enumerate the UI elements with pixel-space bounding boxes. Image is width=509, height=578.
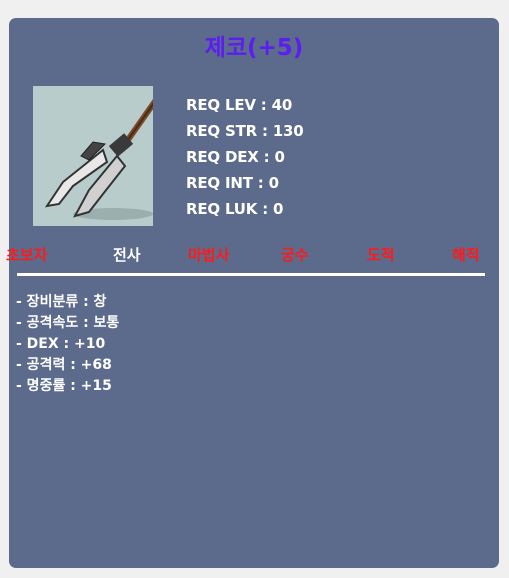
job-thief: 도적 [367,246,395,264]
stats-list: - 장비분류 : 창 - 공격속도 : 보통 - DEX : +10 - 공격력… [16,292,119,397]
job-bowman: 궁수 [281,246,309,264]
req-dex: REQ DEX : 0 [186,148,285,166]
job-beginner: 초보자 [6,246,48,264]
req-str: REQ STR : 130 [186,122,304,140]
stat-accuracy: - 명중률 : +15 [16,378,112,394]
req-level: REQ LEV : 40 [186,96,293,114]
halberd-spear-icon [44,98,153,220]
stat-attack-speed: - 공격속도 : 보통 [16,315,120,331]
job-pirate: 해적 [452,246,480,264]
job-classes: 초보자 전사 마법사 궁수 도적 해적 [6,244,499,266]
job-magician: 마법사 [188,246,230,264]
req-int: REQ INT : 0 [186,174,279,192]
stat-dex: - DEX : +10 [16,336,106,352]
requirements-list: REQ LEV : 40 REQ STR : 130 REQ DEX : 0 R… [186,92,304,222]
item-tooltip: 제코(+5) REQ LEV : 40 REQ STR : 130 REQ DE… [6,18,499,568]
item-icon-box [33,86,153,226]
item-name: 제코(+5) [204,35,304,61]
stat-attack: - 공격력 : +68 [16,357,112,373]
req-luk: REQ LUK : 0 [186,200,284,218]
divider [17,273,485,276]
stat-category: - 장비분류 : 창 [16,294,107,310]
job-warrior: 전사 [113,246,141,264]
